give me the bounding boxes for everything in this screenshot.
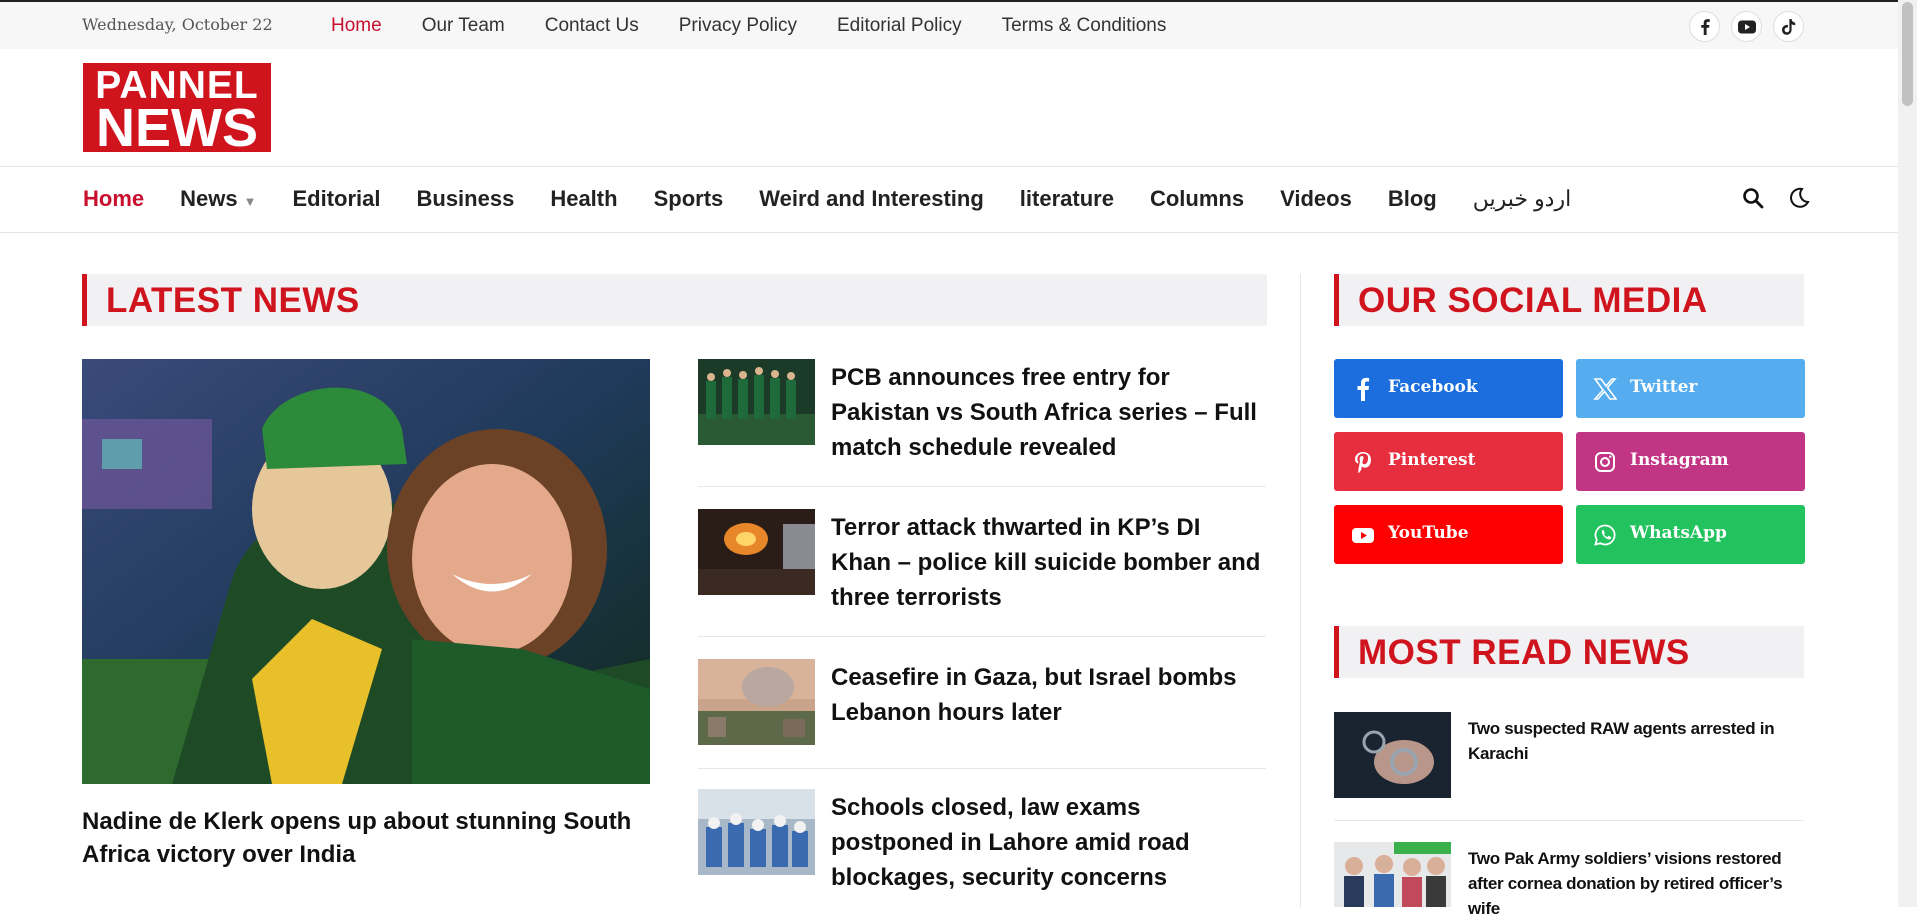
most-read-item-2[interactable]: Two Pak Army soldiers’ visions restored …: [1334, 842, 1804, 918]
search-icon[interactable]: [1742, 187, 1764, 209]
whatsapp-icon: [1594, 524, 1616, 546]
facebook-icon: [1357, 377, 1370, 401]
nav-item-health[interactable]: Health: [550, 186, 617, 212]
dark-mode-moon-icon[interactable]: [1788, 187, 1810, 209]
pinterest-button-label: Pinterest: [1388, 450, 1476, 470]
tiktok-icon[interactable]: [1773, 11, 1804, 42]
top-social-icons: [1689, 11, 1804, 42]
nav-item-blog[interactable]: Blog: [1388, 186, 1437, 212]
top-link-editorial-policy[interactable]: Editorial Policy: [837, 15, 962, 37]
story-divider: [698, 636, 1266, 637]
social-media-heading-text: OUR SOCIAL MEDIA: [1358, 281, 1708, 320]
story-thumbnail-3[interactable]: [698, 659, 815, 745]
whatsapp-button[interactable]: WhatsApp: [1576, 505, 1805, 564]
most-read-thumbnail-2[interactable]: [1334, 842, 1451, 907]
scrollbar-thumb[interactable]: [1902, 2, 1913, 106]
whatsapp-button-label: WhatsApp: [1630, 523, 1727, 543]
pinterest-icon: [1355, 452, 1371, 474]
top-bar: Wednesday, October 22 Home Our Team Cont…: [0, 0, 1917, 49]
nav-item-editorial[interactable]: Editorial: [292, 186, 380, 212]
most-read-title-1[interactable]: Two suspected RAW agents arrested in Kar…: [1468, 716, 1804, 766]
story-title-3[interactable]: Ceasefire in Gaza, but Israel bombs Leba…: [831, 660, 1266, 730]
nav-item-urdu-news[interactable]: اردو خبریں: [1473, 186, 1572, 212]
latest-news-heading-text: LATEST NEWS: [106, 281, 360, 320]
most-read-divider: [1334, 820, 1804, 821]
top-navigation: Home Our Team Contact Us Privacy Policy …: [331, 15, 1166, 37]
most-read-item-1[interactable]: Two suspected RAW agents arrested in Kar…: [1334, 712, 1804, 822]
current-date: Wednesday, October 22: [82, 15, 273, 34]
x-twitter-icon: [1593, 378, 1617, 400]
story-title-2[interactable]: Terror attack thwarted in KP’s DI Khan –…: [831, 510, 1266, 615]
nav-item-columns[interactable]: Columns: [1150, 186, 1244, 212]
top-link-terms[interactable]: Terms & Conditions: [1002, 15, 1167, 37]
pinterest-button[interactable]: Pinterest: [1334, 432, 1563, 491]
top-link-home[interactable]: Home: [331, 15, 382, 37]
featured-story-title[interactable]: Nadine de Klerk opens up about stunning …: [82, 805, 650, 871]
story-divider: [698, 768, 1266, 769]
logo-line-2: NEWS: [96, 98, 258, 158]
twitter-button[interactable]: Twitter: [1576, 359, 1805, 418]
facebook-button-label: Facebook: [1388, 377, 1478, 397]
most-read-heading-text: MOST READ NEWS: [1358, 633, 1690, 672]
news-story-1[interactable]: PCB announces free entry for Pakistan vs…: [698, 359, 1266, 489]
main-navigation: Home News ▼ Editorial Business Health Spo…: [0, 166, 1898, 233]
news-story-3[interactable]: Ceasefire in Gaza, but Israel bombs Leba…: [698, 659, 1266, 769]
story-thumbnail-1[interactable]: [698, 359, 815, 445]
youtube-icon: [1352, 528, 1374, 543]
featured-story-image[interactable]: [82, 359, 650, 784]
nav-item-sports[interactable]: Sports: [654, 186, 724, 212]
most-read-heading: MOST READ NEWS: [1334, 626, 1804, 678]
nav-item-literature[interactable]: literature: [1020, 186, 1114, 212]
nav-item-news-label: News: [180, 186, 238, 211]
nav-item-news[interactable]: News ▼: [180, 186, 256, 212]
facebook-button[interactable]: Facebook: [1334, 359, 1563, 418]
site-logo[interactable]: PANNEL NEWS: [83, 63, 271, 158]
story-divider: [698, 486, 1266, 487]
nav-item-home[interactable]: Home: [83, 186, 144, 212]
youtube-button[interactable]: YouTube: [1334, 505, 1563, 564]
most-read-title-2[interactable]: Two Pak Army soldiers’ visions restored …: [1468, 846, 1804, 921]
instagram-button-label: Instagram: [1630, 450, 1729, 470]
nav-item-videos[interactable]: Videos: [1280, 186, 1352, 212]
instagram-icon: [1595, 452, 1615, 472]
news-story-4[interactable]: Schools closed, law exams postponed in L…: [698, 789, 1266, 907]
youtube-icon[interactable]: [1731, 11, 1762, 42]
nav-item-weird-and-interesting[interactable]: Weird and Interesting: [759, 186, 984, 212]
most-read-thumbnail-1[interactable]: [1334, 712, 1451, 798]
youtube-button-label: YouTube: [1388, 523, 1469, 543]
story-thumbnail-4[interactable]: [698, 789, 815, 875]
column-divider: [1300, 274, 1301, 907]
twitter-button-label: Twitter: [1630, 377, 1698, 397]
story-title-4[interactable]: Schools closed, law exams postponed in L…: [831, 790, 1266, 895]
nav-item-business[interactable]: Business: [417, 186, 515, 212]
top-link-privacy-policy[interactable]: Privacy Policy: [679, 15, 797, 37]
facebook-icon[interactable]: [1689, 11, 1720, 42]
page-scrollbar[interactable]: [1898, 0, 1917, 907]
news-story-2[interactable]: Terror attack thwarted in KP’s DI Khan –…: [698, 509, 1266, 639]
latest-news-heading: LATEST NEWS: [82, 274, 1267, 326]
story-thumbnail-2[interactable]: [698, 509, 815, 595]
top-link-our-team[interactable]: Our Team: [422, 15, 505, 37]
chevron-down-icon: ▼: [243, 194, 257, 209]
instagram-button[interactable]: Instagram: [1576, 432, 1805, 491]
story-title-1[interactable]: PCB announces free entry for Pakistan vs…: [831, 360, 1266, 465]
top-link-contact-us[interactable]: Contact Us: [545, 15, 639, 37]
social-media-heading: OUR SOCIAL MEDIA: [1334, 274, 1804, 326]
